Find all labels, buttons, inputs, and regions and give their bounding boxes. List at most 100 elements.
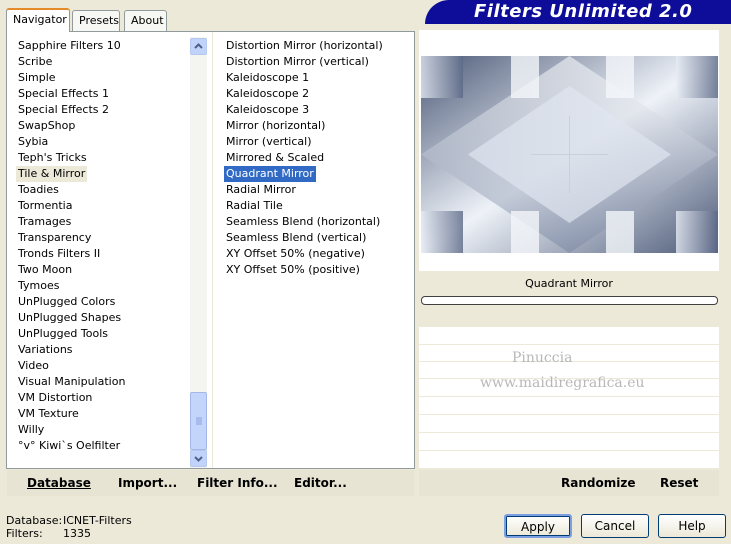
category-item[interactable]: Variations (18, 342, 125, 358)
category-item[interactable]: Teph's Tricks (18, 150, 125, 166)
param-divider (419, 450, 719, 451)
filter-item[interactable]: Mirrored & Scaled (226, 150, 383, 166)
param-divider (419, 344, 719, 345)
watermark-name: Pinuccia (512, 350, 573, 366)
category-item[interactable]: Willy (18, 422, 125, 438)
category-scrollbar[interactable] (190, 37, 207, 468)
category-item[interactable]: Tymoes (18, 278, 125, 294)
filter-item[interactable]: Radial Tile (226, 198, 383, 214)
list-divider (212, 32, 213, 468)
category-item-label: UnPlugged Tools (18, 327, 108, 340)
category-item[interactable]: Visual Manipulation (18, 374, 125, 390)
category-item[interactable]: Sybia (18, 134, 125, 150)
filter-item[interactable]: Mirror (vertical) (226, 134, 383, 150)
category-item[interactable]: Sapphire Filters 10 (18, 38, 125, 54)
editor-button[interactable]: Editor... (294, 476, 347, 490)
category-item[interactable]: VM Distortion (18, 390, 125, 406)
filter-item[interactable]: Seamless Blend (vertical) (226, 230, 383, 246)
category-item[interactable]: UnPlugged Tools (18, 326, 125, 342)
help-button[interactable]: Help (658, 514, 726, 538)
filter-item[interactable]: Kaleidoscope 1 (226, 70, 383, 86)
category-item-label: SwapShop (18, 119, 76, 132)
category-item-label: UnPlugged Shapes (18, 311, 122, 324)
category-item-label: Tormentia (18, 199, 73, 212)
category-item[interactable]: Tile & Mirror (16, 166, 125, 182)
filter-item-label: Kaleidoscope 3 (226, 103, 310, 116)
category-item-label: Tymoes (18, 279, 60, 292)
category-item-label: VM Distortion (18, 391, 93, 404)
category-item[interactable]: Two Moon (18, 262, 125, 278)
filter-item[interactable]: Seamless Blend (horizontal) (226, 214, 383, 230)
filter-info-button[interactable]: Filter Info... (197, 476, 278, 490)
category-list[interactable]: Sapphire Filters 10 Scribe Simple Special E… (16, 38, 125, 454)
filter-item[interactable]: Kaleidoscope 2 (226, 86, 383, 102)
filter-item-label: XY Offset 50% (negative) (226, 247, 365, 260)
filter-item-label: XY Offset 50% (positive) (226, 263, 360, 276)
category-item[interactable]: Tormentia (18, 198, 125, 214)
category-item-label: Transparency (18, 231, 92, 244)
category-item-label: Tile & Mirror (16, 166, 88, 182)
apply-button[interactable]: Apply (504, 514, 572, 538)
scroll-up-button[interactable] (190, 38, 207, 55)
category-item-label: Sybia (18, 135, 49, 148)
category-item[interactable]: Simple (18, 70, 125, 86)
database-status-value: ICNET-Filters (63, 514, 132, 527)
category-item-label: °v° Kiwi`s Oelfilter (18, 439, 121, 452)
category-item-label: Special Effects 1 (18, 87, 110, 100)
category-item-label: Two Moon (18, 263, 73, 276)
tab-about[interactable]: About (124, 10, 167, 31)
filter-item-label: Mirror (vertical) (226, 135, 312, 148)
scroll-thumb[interactable] (190, 392, 207, 450)
category-item[interactable]: Scribe (18, 54, 125, 70)
category-item[interactable]: Transparency (18, 230, 125, 246)
category-item[interactable]: Tronds Filters II (18, 246, 125, 262)
filter-item[interactable]: Distortion Mirror (vertical) (226, 54, 383, 70)
import-button[interactable]: Import... (118, 476, 177, 490)
category-item-label: Sapphire Filters 10 (18, 39, 121, 52)
category-item-label: Scribe (18, 55, 53, 68)
category-item[interactable]: VM Texture (18, 406, 125, 422)
database-button[interactable]: Database (27, 476, 91, 490)
filter-item[interactable]: XY Offset 50% (negative) (226, 246, 383, 262)
watermark-url: www.maidiregrafica.eu (480, 375, 645, 391)
category-item[interactable]: SwapShop (18, 118, 125, 134)
tab-navigator[interactable]: Navigator (6, 8, 70, 32)
filter-item-label: Seamless Blend (horizontal) (226, 215, 381, 228)
category-item-label: Toadies (18, 183, 59, 196)
category-item-label: UnPlugged Colors (18, 295, 116, 308)
category-item-label: Tramages (18, 215, 72, 228)
category-item[interactable]: UnPlugged Shapes (18, 310, 125, 326)
filters-status-label: Filters: (6, 527, 43, 540)
filter-item[interactable]: Quadrant Mirror (224, 166, 383, 182)
filter-item[interactable]: XY Offset 50% (positive) (226, 262, 383, 278)
filter-item-label: Mirror (horizontal) (226, 119, 326, 132)
category-item[interactable]: Tramages (18, 214, 125, 230)
filter-item[interactable]: Mirror (horizontal) (226, 118, 383, 134)
category-item[interactable]: UnPlugged Colors (18, 294, 125, 310)
filter-item[interactable]: Distortion Mirror (horizontal) (226, 38, 383, 54)
filter-item[interactable]: Radial Mirror (226, 182, 383, 198)
filters-status-value: 1335 (63, 527, 91, 540)
database-status-label: Database: (6, 514, 63, 527)
param-divider (419, 432, 719, 433)
banner-title: Filters Unlimited 2.0 (474, 1, 693, 22)
category-item[interactable]: Video (18, 358, 125, 374)
category-item-label: Willy (18, 423, 45, 436)
category-item[interactable]: °v° Kiwi`s Oelfilter (18, 438, 125, 454)
filter-item-label: Mirrored & Scaled (226, 151, 325, 164)
filter-item[interactable]: Kaleidoscope 3 (226, 102, 383, 118)
filter-list[interactable]: Distortion Mirror (horizontal) Distortion… (224, 38, 383, 278)
database-label: Database (27, 476, 91, 490)
category-item[interactable]: Toadies (18, 182, 125, 198)
category-item-label: Special Effects 2 (18, 103, 110, 116)
cancel-button[interactable]: Cancel (581, 514, 649, 538)
scroll-down-button[interactable] (190, 450, 207, 467)
parameters-area (419, 327, 719, 468)
reset-button[interactable]: Reset (660, 476, 698, 490)
category-item-label: Tronds Filters II (18, 247, 101, 260)
filter-item-label: Radial Tile (226, 199, 283, 212)
category-item[interactable]: Special Effects 2 (18, 102, 125, 118)
category-item[interactable]: Special Effects 1 (18, 86, 125, 102)
randomize-button[interactable]: Randomize (561, 476, 635, 490)
tab-presets[interactable]: Presets (72, 10, 120, 31)
